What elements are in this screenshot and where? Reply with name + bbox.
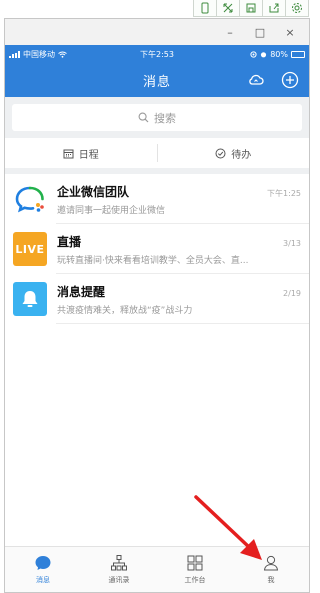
person-icon — [263, 555, 279, 571]
tab-label: 通讯录 — [108, 576, 130, 584]
cloud-icon[interactable] — [247, 71, 265, 89]
message-title: 消息提醒 — [57, 284, 106, 299]
contacts-icon — [111, 555, 127, 571]
add-icon[interactable] — [281, 71, 299, 89]
todo-label: 待办 — [231, 149, 252, 161]
emulator-toolbar — [193, 0, 309, 18]
schedule-button[interactable]: 日程 — [5, 138, 157, 168]
close-button[interactable]: × — [275, 26, 305, 39]
wecom-logo-icon — [13, 182, 47, 216]
app-header: 消息 — [5, 64, 309, 97]
message-item-reminder[interactable]: 消息提醒 2/19 共渡疫情难关，释放战“疫”战斗力 — [5, 274, 309, 324]
window-titlebar: – □ × — [5, 19, 309, 45]
tab-me[interactable]: 我 — [233, 547, 309, 592]
live-badge-icon: LIVE — [13, 232, 47, 266]
tab-contacts[interactable]: 通讯录 — [81, 547, 157, 592]
tab-messages[interactable]: 消息 — [5, 547, 81, 592]
status-bar: 中国移动 下午2:53 80% — [5, 45, 309, 64]
message-item-live[interactable]: LIVE 直播 3/13 玩转直播间·快来看看培训教学、全员大会、直... — [5, 224, 309, 274]
tab-label: 我 — [267, 576, 275, 584]
bell-icon — [13, 282, 47, 316]
phone-icon[interactable] — [193, 0, 217, 17]
check-circle-icon — [215, 148, 226, 158]
message-time: 2/19 — [283, 288, 301, 298]
search-container: 搜索 — [5, 97, 309, 138]
message-preview: 玩转直播间·快来看看培训教学、全员大会、直... — [57, 255, 249, 266]
fullscreen-icon[interactable] — [216, 0, 240, 17]
chat-icon — [35, 556, 51, 570]
message-item-wecom-team[interactable]: 企业微信团队 下午1:25 邀请同事一起使用企业微信 — [5, 174, 309, 224]
calendar-icon — [63, 149, 74, 158]
tab-label: 工作台 — [184, 576, 206, 584]
bottom-tab-bar: 消息 通讯录 工作台 我 — [5, 546, 309, 592]
message-time: 下午1:25 — [267, 188, 301, 198]
save-icon[interactable] — [239, 0, 263, 17]
export-icon[interactable] — [262, 0, 286, 17]
page-title: 消息 — [142, 75, 171, 90]
search-placeholder: 搜索 — [154, 111, 176, 125]
tab-workbench[interactable]: 工作台 — [157, 547, 233, 592]
workbench-icon — [187, 555, 203, 571]
settings-icon[interactable] — [285, 0, 309, 17]
search-icon — [138, 112, 149, 123]
quick-actions: 日程 待办 — [5, 138, 309, 174]
battery-icon — [291, 51, 305, 58]
message-title: 直播 — [57, 234, 82, 249]
message-title: 企业微信团队 — [57, 184, 130, 199]
tab-label: 消息 — [36, 576, 50, 584]
maximize-button[interactable]: □ — [245, 26, 275, 39]
todo-button[interactable]: 待办 — [158, 138, 310, 168]
search-input[interactable]: 搜索 — [12, 104, 302, 131]
schedule-label: 日程 — [78, 149, 99, 161]
status-time: 下午2:53 — [140, 50, 174, 59]
minimize-button[interactable]: – — [215, 26, 245, 39]
message-preview: 邀请同事一起使用企业微信 — [57, 205, 166, 216]
message-time: 3/13 — [283, 238, 301, 248]
message-preview: 共渡疫情难关，释放战“疫”战斗力 — [57, 305, 193, 316]
phone-screen: – □ × 中国移动 下午2:53 80% 消息 搜索 日程 待办 企业微信团队… — [4, 18, 310, 593]
